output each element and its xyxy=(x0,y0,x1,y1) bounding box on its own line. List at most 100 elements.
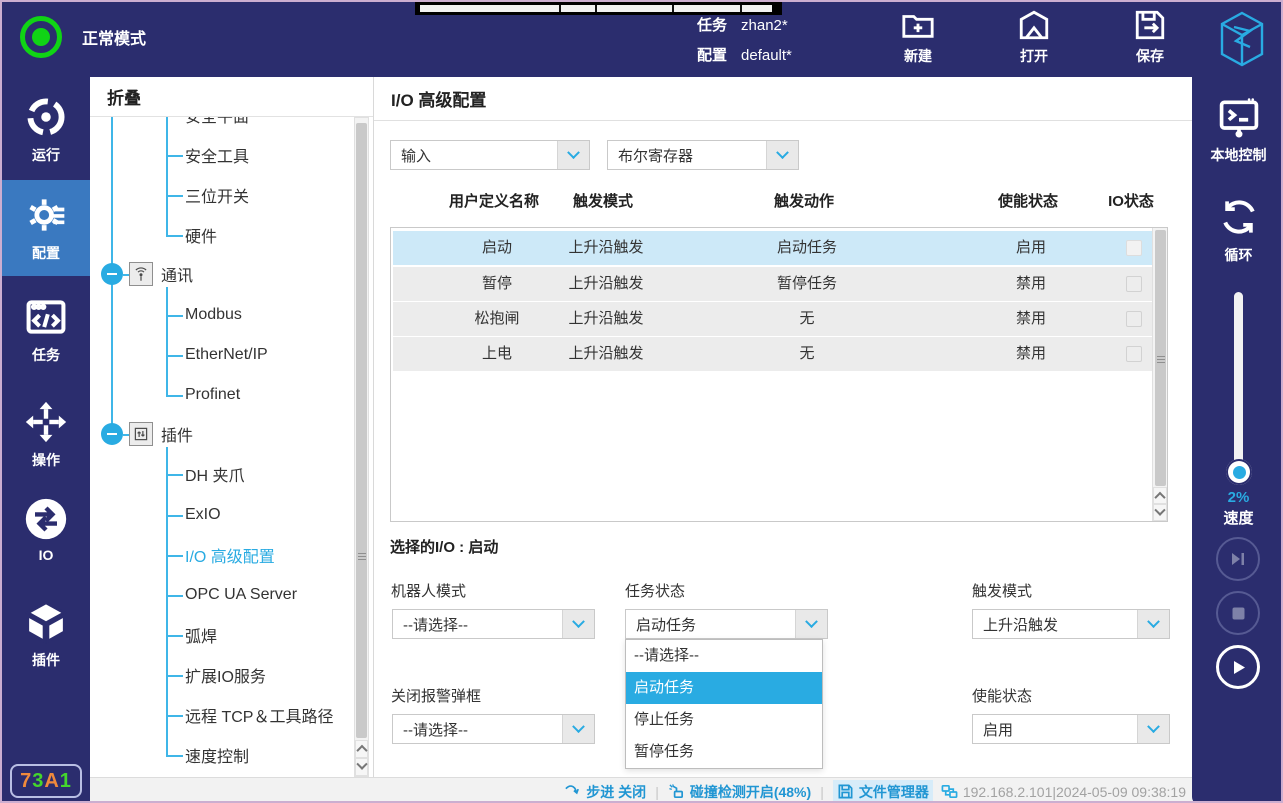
tree-item-arc-welding[interactable]: 弧焊 xyxy=(185,623,217,647)
tree-item-profinet[interactable]: Profinet xyxy=(185,383,240,407)
tree-connector xyxy=(166,555,183,557)
tree-connector xyxy=(166,755,183,757)
stop-button[interactable] xyxy=(1216,591,1260,635)
sidebar-item-run[interactable]: 运行 xyxy=(2,90,90,170)
sidebar-item-config[interactable]: 配置 xyxy=(2,180,90,276)
io-swap-icon xyxy=(24,497,68,541)
col-header-trigger-action: 触发动作 xyxy=(774,193,834,211)
chevron-down-icon xyxy=(1137,715,1169,743)
dropdown-option-start-task[interactable]: 启动任务 xyxy=(626,672,822,704)
file-manager-icon xyxy=(837,783,854,800)
speed-slider-knob[interactable] xyxy=(1226,459,1252,485)
tree-item-safety-plane[interactable]: 安全平面 xyxy=(185,117,249,127)
tree-item-dh-gripper[interactable]: DH 夹爪 xyxy=(185,462,245,486)
task-name-value: zhan2* xyxy=(741,17,788,34)
register-type-select[interactable]: 布尔寄存器 xyxy=(607,140,799,170)
enable-state-select[interactable]: 启用 xyxy=(972,714,1170,744)
tree-connector xyxy=(166,355,183,357)
tree-item-three-position-switch[interactable]: 三位开关 xyxy=(185,183,249,207)
step-next-button[interactable] xyxy=(1216,537,1260,581)
collision-detect-toggle[interactable]: 碰撞检测开启(48%) xyxy=(668,782,811,802)
chevron-down-icon xyxy=(1137,610,1169,638)
tree-node-communication[interactable]: 通讯 xyxy=(101,262,193,286)
title-divider xyxy=(374,120,1192,121)
table-row-start[interactable]: 启动 上升沿触发 启动任务 启用 xyxy=(393,231,1152,265)
table-row-power-on[interactable]: 上电 上升沿触发 无 禁用 xyxy=(393,337,1152,371)
tree-scroll-down-button[interactable] xyxy=(355,758,368,776)
sidebar-item-plugin-label: 插件 xyxy=(32,650,60,670)
dropdown-option-please-select[interactable]: --请选择-- xyxy=(626,640,822,672)
io-type-select[interactable]: 输入 xyxy=(390,140,590,170)
task-config-info: 任务zhan2* 配置default* xyxy=(697,11,792,71)
gear-icon xyxy=(24,193,68,237)
play-button[interactable] xyxy=(1216,645,1260,689)
collapse-minus-icon[interactable] xyxy=(101,263,123,285)
sidebar-item-operate[interactable]: 操作 xyxy=(2,395,90,475)
tree-connector xyxy=(166,117,168,236)
tree-item-remote-tcp-tool-path[interactable]: 远程 TCP＆工具路径 xyxy=(185,703,333,727)
tree-item-exio[interactable]: ExIO xyxy=(185,503,221,527)
close-alarm-select[interactable]: --请选择-- xyxy=(392,714,595,744)
open-button[interactable]: 打开 xyxy=(998,8,1070,66)
table-row-pause[interactable]: 暂停 上升沿触发 暂停任务 禁用 xyxy=(393,267,1152,301)
loop-button[interactable]: 循环 xyxy=(1192,195,1283,265)
left-sidebar: 运行 配置 任务 操作 xyxy=(2,77,90,803)
task-state-select[interactable]: 启动任务 xyxy=(625,609,828,639)
sidebar-item-io-label: IO xyxy=(39,547,54,563)
tree-item-io-advanced-config[interactable]: I/O 高级配置 xyxy=(185,543,275,567)
tree-scroll-up-button[interactable] xyxy=(355,740,368,758)
config-label: 配置 xyxy=(697,47,727,64)
chevron-down-icon xyxy=(795,610,827,638)
collapse-minus-icon[interactable] xyxy=(101,423,123,445)
code-window-icon xyxy=(24,295,68,339)
table-scrollbar-thumb[interactable] xyxy=(1155,230,1166,486)
local-control-label: 本地控制 xyxy=(1211,145,1267,165)
status-code-badge[interactable]: 73A1 xyxy=(10,764,82,798)
tree-connector xyxy=(166,195,183,197)
sidebar-item-io[interactable]: IO xyxy=(2,490,90,570)
tree-item-speed-control[interactable]: 速度控制 xyxy=(185,743,249,767)
tree-scrollbar-thumb[interactable] xyxy=(356,123,367,738)
tree-collapse-header[interactable]: 折叠 xyxy=(90,77,373,117)
table-scroll-up-button[interactable] xyxy=(1153,487,1167,504)
io-state-checkbox[interactable] xyxy=(1126,276,1142,292)
io-state-checkbox[interactable] xyxy=(1126,311,1142,327)
config-name-value: default* xyxy=(741,47,792,64)
tree-item-modbus[interactable]: Modbus xyxy=(185,303,242,327)
io-state-checkbox[interactable] xyxy=(1126,240,1142,256)
speed-slider-track[interactable] xyxy=(1234,292,1243,467)
tree-item-hardware[interactable]: 硬件 xyxy=(185,223,217,247)
table-scroll-down-button[interactable] xyxy=(1153,504,1167,521)
tree-body: 安全平面 安全工具 三位开关 硬件 通讯 Modbus EtherNet/IP … xyxy=(90,117,356,777)
dropdown-option-pause-task[interactable]: 暂停任务 xyxy=(626,736,822,768)
io-table: 启动 上升沿触发 启动任务 启用 暂停 上升沿触发 暂停任务 禁用 松抱闸 上升… xyxy=(390,227,1168,522)
skip-next-icon xyxy=(1229,550,1247,568)
tree-item-safety-tool[interactable]: 安全工具 xyxy=(185,143,249,167)
dropdown-option-stop-task[interactable]: 停止任务 xyxy=(626,704,822,736)
table-row-release-brake[interactable]: 松抱闸 上升沿触发 无 禁用 xyxy=(393,302,1152,336)
save-button[interactable]: 保存 xyxy=(1114,8,1186,66)
robot-mode-select[interactable]: --请选择-- xyxy=(392,609,595,639)
robot-mode-status: 正常模式 xyxy=(20,16,146,58)
tree-item-opc-ua-server[interactable]: OPC UA Server xyxy=(185,583,297,607)
trigger-mode-select[interactable]: 上升沿触发 xyxy=(972,609,1170,639)
sidebar-item-task[interactable]: 任务 xyxy=(2,290,90,370)
tree-scrollbar[interactable] xyxy=(354,117,369,777)
tree-connector xyxy=(166,635,183,637)
tree-node-plugins[interactable]: 插件 xyxy=(101,422,193,446)
step-arrow-icon xyxy=(564,783,581,800)
tree-connector xyxy=(166,474,183,476)
enable-state-label: 使能状态 xyxy=(972,685,1032,706)
tree-item-extended-io-service[interactable]: 扩展IO服务 xyxy=(185,663,266,687)
tree-item-ethernet-ip[interactable]: EtherNet/IP xyxy=(185,343,268,367)
local-control-icon xyxy=(1217,95,1261,139)
new-button[interactable]: 新建 xyxy=(882,8,954,66)
sidebar-item-plugin[interactable]: 插件 xyxy=(2,595,90,675)
table-scrollbar[interactable] xyxy=(1152,228,1167,521)
file-manager-button[interactable]: 文件管理器 xyxy=(833,780,933,803)
local-control-button[interactable]: 本地控制 xyxy=(1192,95,1283,165)
stop-icon xyxy=(1231,606,1246,621)
task-state-dropdown-list: --请选择-- 启动任务 停止任务 暂停任务 xyxy=(625,639,823,769)
io-state-checkbox[interactable] xyxy=(1126,346,1142,362)
step-mode-toggle[interactable]: 步进 关闭 xyxy=(564,782,646,802)
